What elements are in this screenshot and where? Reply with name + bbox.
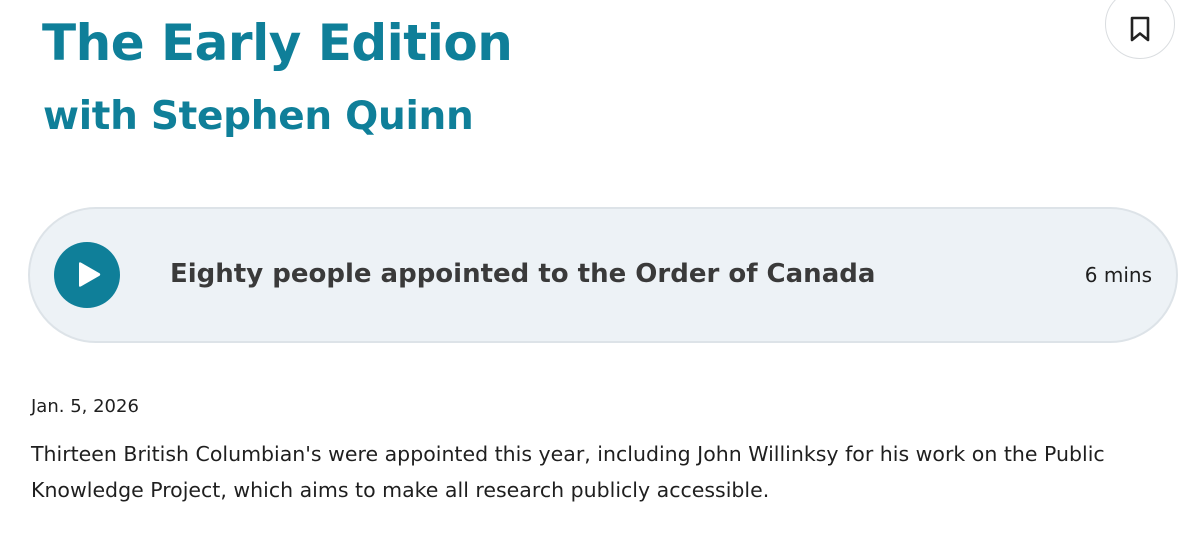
play-icon xyxy=(72,261,102,289)
play-button[interactable] xyxy=(54,242,120,308)
bookmark-button[interactable] xyxy=(1105,0,1175,59)
audio-player: Eighty people appointed to the Order of … xyxy=(28,207,1178,343)
show-host: with Stephen Quinn xyxy=(43,94,474,139)
episode-date: Jan. 5, 2026 xyxy=(31,396,139,417)
episode-page: The Early Edition with Stephen Quinn Eig… xyxy=(0,0,1203,535)
show-title: The Early Edition xyxy=(42,14,513,72)
episode-title: Eighty people appointed to the Order of … xyxy=(170,259,876,289)
episode-description: Thirteen British Columbian's were appoin… xyxy=(31,442,1105,502)
episode-duration: 6 mins xyxy=(1084,263,1152,287)
bookmark-icon xyxy=(1129,6,1151,42)
